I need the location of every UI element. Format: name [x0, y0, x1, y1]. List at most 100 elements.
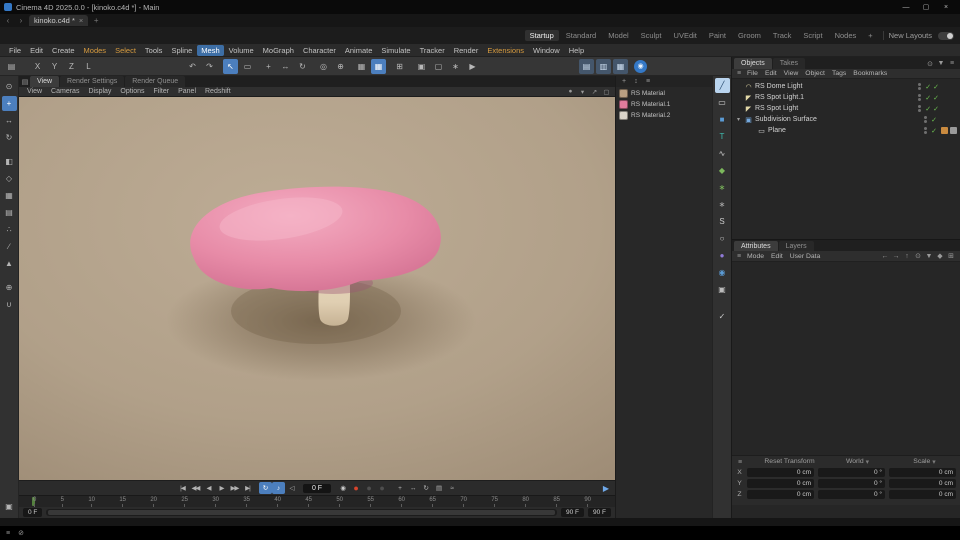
workplane-lock-button[interactable]: L: [81, 59, 96, 74]
tab-view[interactable]: View: [30, 76, 60, 87]
app-menu-icon[interactable]: ▤: [4, 59, 19, 74]
render-check-icon[interactable]: ✓: [933, 105, 939, 113]
maximize-view-icon[interactable]: ▢: [602, 88, 611, 96]
layout-nodes[interactable]: Nodes: [830, 30, 862, 41]
close-button[interactable]: ×: [936, 0, 956, 14]
menu-item[interactable]: Select: [111, 45, 140, 56]
layout-paint[interactable]: Paint: [704, 30, 731, 41]
loop-toggle[interactable]: ↻: [258, 482, 272, 494]
make-editable-button[interactable]: ◧: [2, 154, 17, 169]
material-item[interactable]: RS Material.2: [616, 110, 712, 121]
axis-z-lock-button[interactable]: Z: [64, 59, 79, 74]
rotation-field[interactable]: 0 °: [818, 479, 885, 488]
visibility-dots[interactable]: [918, 83, 922, 90]
am-menu-item[interactable]: Mode: [744, 253, 767, 260]
maximize-button[interactable]: ▢: [916, 0, 936, 14]
tab-objects[interactable]: Objects: [734, 58, 772, 69]
phong-tag-icon[interactable]: [950, 105, 957, 112]
viewport-menu-item[interactable]: View: [23, 88, 46, 95]
enabled-check-icon[interactable]: ✓: [931, 116, 937, 124]
menu-item[interactable]: Help: [565, 45, 588, 56]
material-menu-icon[interactable]: ≡: [644, 78, 652, 85]
close-tab-icon[interactable]: ×: [79, 16, 83, 25]
status-error-icon[interactable]: ⊘: [17, 529, 25, 537]
snap-toggle[interactable]: ▦: [354, 59, 369, 74]
previous-frame-button[interactable]: ◀: [202, 482, 215, 494]
om-menu-item[interactable]: View: [781, 70, 802, 77]
menu-item[interactable]: Modes: [80, 45, 111, 56]
nav-back-icon[interactable]: ‹: [3, 16, 13, 25]
visibility-dots[interactable]: [924, 127, 928, 134]
menu-item[interactable]: Window: [529, 45, 564, 56]
spline-pen-icon[interactable]: ∿: [715, 146, 730, 161]
visibility-dots[interactable]: [918, 94, 922, 101]
menu-item[interactable]: MoGraph: [259, 45, 298, 56]
snap-toggle[interactable]: ∪: [2, 297, 17, 312]
undo-button[interactable]: ↶: [185, 59, 200, 74]
render-settings-button[interactable]: ∗: [448, 59, 463, 74]
rotate-tool[interactable]: ↻: [2, 130, 17, 145]
viewport-solo-button[interactable]: ⊙: [2, 79, 17, 94]
viewport-menu-item[interactable]: Panel: [174, 88, 200, 95]
menu-item[interactable]: Edit: [26, 45, 47, 56]
enabled-check-icon[interactable]: ✓: [925, 94, 931, 102]
position-field[interactable]: 0 cm: [747, 479, 814, 488]
menu-item[interactable]: Render: [450, 45, 483, 56]
search-icon[interactable]: ⊙: [914, 252, 922, 260]
tab-render-settings[interactable]: Render Settings: [60, 76, 125, 87]
texture-tag-icon[interactable]: [941, 127, 948, 134]
om-menu-item[interactable]: Edit: [762, 70, 780, 77]
model-mode-button[interactable]: ◇: [2, 171, 17, 186]
range-thumb[interactable]: [48, 510, 555, 515]
view-layout-single-button[interactable]: ▤: [579, 58, 594, 74]
key-position-toggle[interactable]: +: [393, 482, 406, 494]
enabled-check-icon[interactable]: ✓: [931, 127, 937, 135]
om-burger-icon[interactable]: ≡: [735, 70, 743, 77]
enabled-check-icon[interactable]: ✓: [925, 83, 931, 91]
range-start-field[interactable]: 0 F: [23, 508, 43, 517]
visibility-dots[interactable]: [924, 116, 928, 123]
autokey-toggle[interactable]: ●: [349, 482, 362, 494]
deformer-gear-icon[interactable]: ∗: [715, 197, 730, 212]
simulation-gear-icon[interactable]: ∗: [715, 180, 730, 195]
object-row[interactable]: ◠ RS Dome Light ✓ ✓: [732, 81, 960, 92]
texture-tag-icon[interactable]: [941, 83, 948, 90]
layout-groom[interactable]: Groom: [733, 30, 766, 41]
play-button[interactable]: ▶: [215, 482, 228, 494]
range-track[interactable]: [46, 509, 557, 516]
move-tool[interactable]: +: [1, 96, 17, 111]
spline-circle-icon[interactable]: ○: [715, 231, 730, 246]
status-menu-icon[interactable]: ≡: [4, 530, 12, 537]
om-menu-item[interactable]: Tags: [829, 70, 849, 77]
layout-toggle[interactable]: [938, 31, 954, 40]
rectangle-selection-tool[interactable]: ▭: [240, 59, 255, 74]
menu-item[interactable]: File: [5, 45, 25, 56]
position-field[interactable]: 0 cm: [747, 490, 814, 499]
pen-tool-icon[interactable]: ╱: [714, 78, 730, 93]
interactive-render-button[interactable]: ▶: [465, 59, 480, 74]
record-keyframe-button[interactable]: ◉: [336, 482, 349, 494]
coords-column-header[interactable]: Reset Transform: [759, 458, 822, 466]
text-primitive-icon[interactable]: T: [715, 129, 730, 144]
texture-tag-icon[interactable]: [941, 105, 948, 112]
timeline-ruler[interactable]: 0 5 10 15 20 25 30 35 40 45 50 55 60 65 70 75 80 85 90: [19, 495, 615, 507]
coords-menu-icon[interactable]: ≡: [736, 459, 744, 466]
axis-gizmo-button[interactable]: ▣: [2, 499, 17, 514]
menu-item[interactable]: Create: [48, 45, 79, 56]
enabled-check-icon[interactable]: ✓: [925, 105, 931, 113]
tab-takes[interactable]: Takes: [772, 58, 806, 69]
sound-toggle[interactable]: ♪: [271, 482, 285, 494]
panel-menu-icon[interactable]: ▤: [21, 78, 29, 86]
viewport-menu-item[interactable]: Filter: [150, 88, 174, 95]
add-tab-button[interactable]: +: [91, 16, 101, 25]
next-frame-button[interactable]: ▶▶: [228, 482, 241, 494]
rotation-field[interactable]: 0 °: [818, 468, 885, 477]
viewport-menu-item[interactable]: Redshift: [201, 88, 235, 95]
am-menu-item[interactable]: Edit: [768, 253, 786, 260]
volume-builder-icon[interactable]: ●: [715, 248, 730, 263]
rotate-tool[interactable]: ↻: [295, 59, 310, 74]
am-menu-item[interactable]: User Data: [787, 253, 824, 260]
om-menu-item[interactable]: Bookmarks: [850, 70, 890, 77]
volume-button[interactable]: ◁: [285, 482, 298, 494]
camera-icon[interactable]: ●: [566, 88, 575, 95]
